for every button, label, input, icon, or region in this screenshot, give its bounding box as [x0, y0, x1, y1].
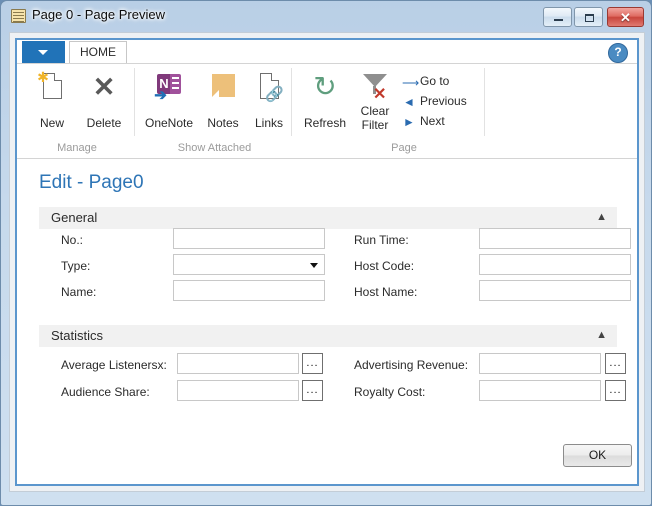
minimize-button[interactable] — [543, 7, 572, 27]
help-button[interactable]: ? — [608, 43, 628, 63]
application-window: Page 0 - Page Preview ✕ HOME ? ✱ New ✕ D… — [0, 0, 652, 506]
close-button[interactable]: ✕ — [607, 7, 644, 27]
goto-link-label: Go to — [420, 74, 450, 88]
arrow-right-icon: ⟶ — [402, 76, 420, 90]
field-label-royalty-cost: Royalty Cost: — [354, 385, 426, 399]
chevron-up-icon: ▲ — [596, 329, 607, 341]
title-bar: Page 0 - Page Preview ✕ — [1, 1, 651, 32]
arrow-left-icon: ◄ — [403, 95, 415, 109]
field-label-audience-share: Audience Share: — [61, 385, 150, 399]
field-label-name: Name: — [61, 285, 97, 299]
new-document-icon: ✱ — [36, 70, 68, 103]
page-content: Edit - Page0 General ▲ No.: Type: Name: … — [17, 159, 637, 484]
ribbon: HOME ? ✱ New ✕ Delete Manage N ➔ OneNote… — [17, 40, 637, 159]
clear-filter-button[interactable]: ✕ Clear Filter — [352, 68, 398, 134]
field-label-advertising-revenue: Advertising Revenue: — [354, 358, 469, 372]
ribbon-body: ✱ New ✕ Delete Manage N ➔ OneNote Notes … — [17, 64, 637, 158]
field-input-average-listeners[interactable] — [177, 353, 299, 374]
content-frame: HOME ? ✱ New ✕ Delete Manage N ➔ OneNote… — [15, 38, 639, 486]
field-input-run-time[interactable] — [479, 228, 631, 249]
field-input-royalty-cost[interactable] — [479, 380, 601, 401]
ribbon-tabstrip: HOME ? — [17, 40, 637, 64]
chevron-down-icon — [310, 263, 318, 268]
clear-filter-label-line2: Filter — [361, 118, 389, 132]
notes-button-label: Notes — [207, 116, 239, 130]
onenote-button-label: OneNote — [144, 116, 194, 130]
field-label-average-listeners: Average Listenersx: — [61, 358, 167, 372]
group-separator — [484, 68, 485, 136]
onenote-icon: N ➔ — [153, 71, 185, 103]
notes-icon — [207, 71, 239, 103]
ribbon-group-label-show-attached: Show Attached — [177, 142, 252, 154]
field-label-no: No.: — [61, 233, 84, 247]
clear-filter-label-line1: Clear — [360, 104, 390, 118]
application-menu-button[interactable] — [22, 41, 65, 63]
close-icon: ✕ — [620, 10, 631, 25]
field-label-run-time: Run Time: — [354, 233, 409, 247]
links-button-label: Links — [254, 116, 283, 130]
field-input-advertising-revenue[interactable] — [479, 353, 601, 374]
minimize-icon — [554, 19, 563, 21]
links-icon: 🔗 — [253, 71, 285, 103]
field-input-host-name[interactable] — [479, 280, 631, 301]
field-label-type: Type: — [61, 259, 91, 273]
field-input-audience-share[interactable] — [177, 380, 299, 401]
section-header-statistics[interactable]: Statistics ▲ — [39, 325, 617, 347]
assist-edit-audience-share[interactable]: ... — [302, 380, 323, 401]
delete-x-icon: ✕ — [92, 72, 116, 102]
group-separator — [291, 68, 292, 136]
ribbon-group-show-attached: N ➔ OneNote Notes 🔗 Links Show Attached — [137, 64, 292, 158]
help-icon: ? — [614, 45, 622, 59]
field-input-name[interactable] — [173, 280, 325, 301]
refresh-icon: ↻ — [313, 71, 337, 102]
delete-button[interactable]: ✕ Delete — [77, 68, 131, 134]
new-button-label: New — [39, 116, 64, 130]
section-header-general[interactable]: General ▲ — [39, 207, 617, 229]
assist-edit-label: ... — [306, 357, 319, 369]
field-dropdown-type[interactable] — [173, 254, 325, 275]
maximize-icon — [585, 14, 594, 22]
clear-filter-icon: ✕ — [359, 71, 391, 103]
next-link-label: Next — [420, 114, 445, 128]
ribbon-group-manage: ✱ New ✕ Delete Manage — [19, 64, 135, 158]
assist-edit-royalty-cost[interactable]: ... — [605, 380, 626, 401]
field-input-no[interactable] — [173, 228, 325, 249]
field-label-host-code: Host Code: — [354, 259, 415, 273]
onenote-button[interactable]: N ➔ OneNote — [139, 68, 199, 134]
section-title-statistics: Statistics — [51, 328, 104, 343]
chevron-down-icon — [38, 50, 48, 55]
assist-edit-advertising-revenue[interactable]: ... — [605, 353, 626, 374]
field-input-host-code[interactable] — [479, 254, 631, 275]
refresh-button[interactable]: ↻ Refresh — [298, 68, 352, 134]
group-separator — [134, 68, 135, 136]
assist-edit-label: ... — [306, 384, 319, 396]
ribbon-group-label-manage: Manage — [57, 142, 97, 154]
page-title: Edit - Page0 — [39, 172, 144, 193]
table-icon — [11, 9, 26, 23]
section-title-general: General — [51, 210, 98, 225]
refresh-button-label: Refresh — [303, 116, 347, 130]
ribbon-group-page: ↻ Refresh ✕ Clear Filter ⟶ Go to ◄ Previ… — [294, 64, 485, 158]
chevron-up-icon: ▲ — [596, 211, 607, 223]
notes-button[interactable]: Notes — [199, 68, 247, 134]
assist-edit-average-listeners[interactable]: ... — [302, 353, 323, 374]
previous-link-label: Previous — [420, 94, 467, 108]
assist-edit-label: ... — [609, 357, 622, 369]
assist-edit-label: ... — [609, 384, 622, 396]
ok-button[interactable]: OK — [563, 444, 632, 467]
arrow-right-solid-icon: ► — [403, 115, 415, 129]
window-title: Page 0 - Page Preview — [32, 7, 165, 22]
delete-button-label: Delete — [86, 116, 122, 130]
field-label-host-name: Host Name: — [354, 285, 418, 299]
links-button[interactable]: 🔗 Links — [247, 68, 291, 134]
ribbon-group-label-page: Page — [391, 142, 417, 154]
new-button[interactable]: ✱ New — [25, 68, 79, 134]
tab-home[interactable]: HOME — [69, 41, 127, 64]
maximize-button[interactable] — [574, 7, 603, 27]
